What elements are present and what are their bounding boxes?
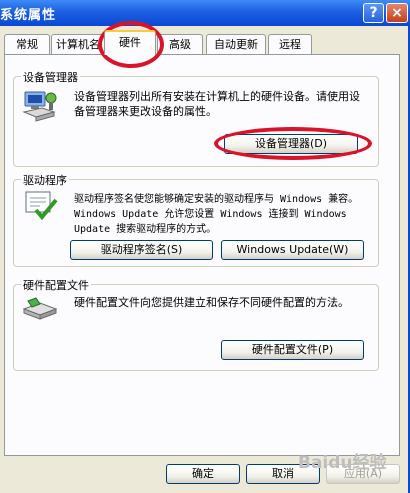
close-button[interactable]: ×	[386, 3, 408, 23]
ok-button[interactable]: 确定	[166, 464, 240, 484]
title-bar[interactable]	[0, 0, 410, 26]
device-manager-description: 设备管理器列出所有安装在计算机上的硬件设备。请使用设备管理器来更改设备的属性。	[74, 90, 360, 118]
drivers-group-title: 驱动程序	[21, 172, 69, 188]
tab-general[interactable]: 常规	[4, 34, 50, 54]
tab-hardware[interactable]: 硬件	[104, 30, 156, 55]
device-manager-group-title: 设备管理器	[21, 69, 80, 85]
driver-signing-button[interactable]: 驱动程序签名(S)	[70, 240, 213, 260]
baidu-watermark: Baidu经验	[298, 453, 387, 473]
hardware-profiles-group-title: 硬件配置文件	[21, 277, 91, 293]
windows-update-button[interactable]: Windows Update(W)	[221, 240, 364, 260]
tab-advanced[interactable]: 高级	[157, 34, 203, 54]
tab-remote[interactable]: 远程	[268, 34, 312, 54]
tab-automatic-updates[interactable]: 自动更新	[206, 34, 266, 54]
device-manager-button[interactable]: 设备管理器(D)	[224, 134, 358, 154]
drivers-description: 驱动程序签名使您能够确定安装的驱动程序与 Windows 兼容。Windows …	[74, 194, 359, 235]
driver-signing-icon	[24, 190, 58, 222]
hardware-profile-icon	[22, 295, 58, 323]
tab-computer-name[interactable]: 计算机名	[51, 34, 105, 54]
device-manager-icon	[22, 88, 58, 124]
window-title: 系统属性	[0, 8, 57, 23]
hardware-profiles-button[interactable]: 硬件配置文件(P)	[221, 340, 364, 360]
hardware-profiles-description: 硬件配置文件向您提供建立和保存不同硬件配置的方法。	[74, 296, 349, 309]
help-button[interactable]: ?	[363, 3, 384, 23]
